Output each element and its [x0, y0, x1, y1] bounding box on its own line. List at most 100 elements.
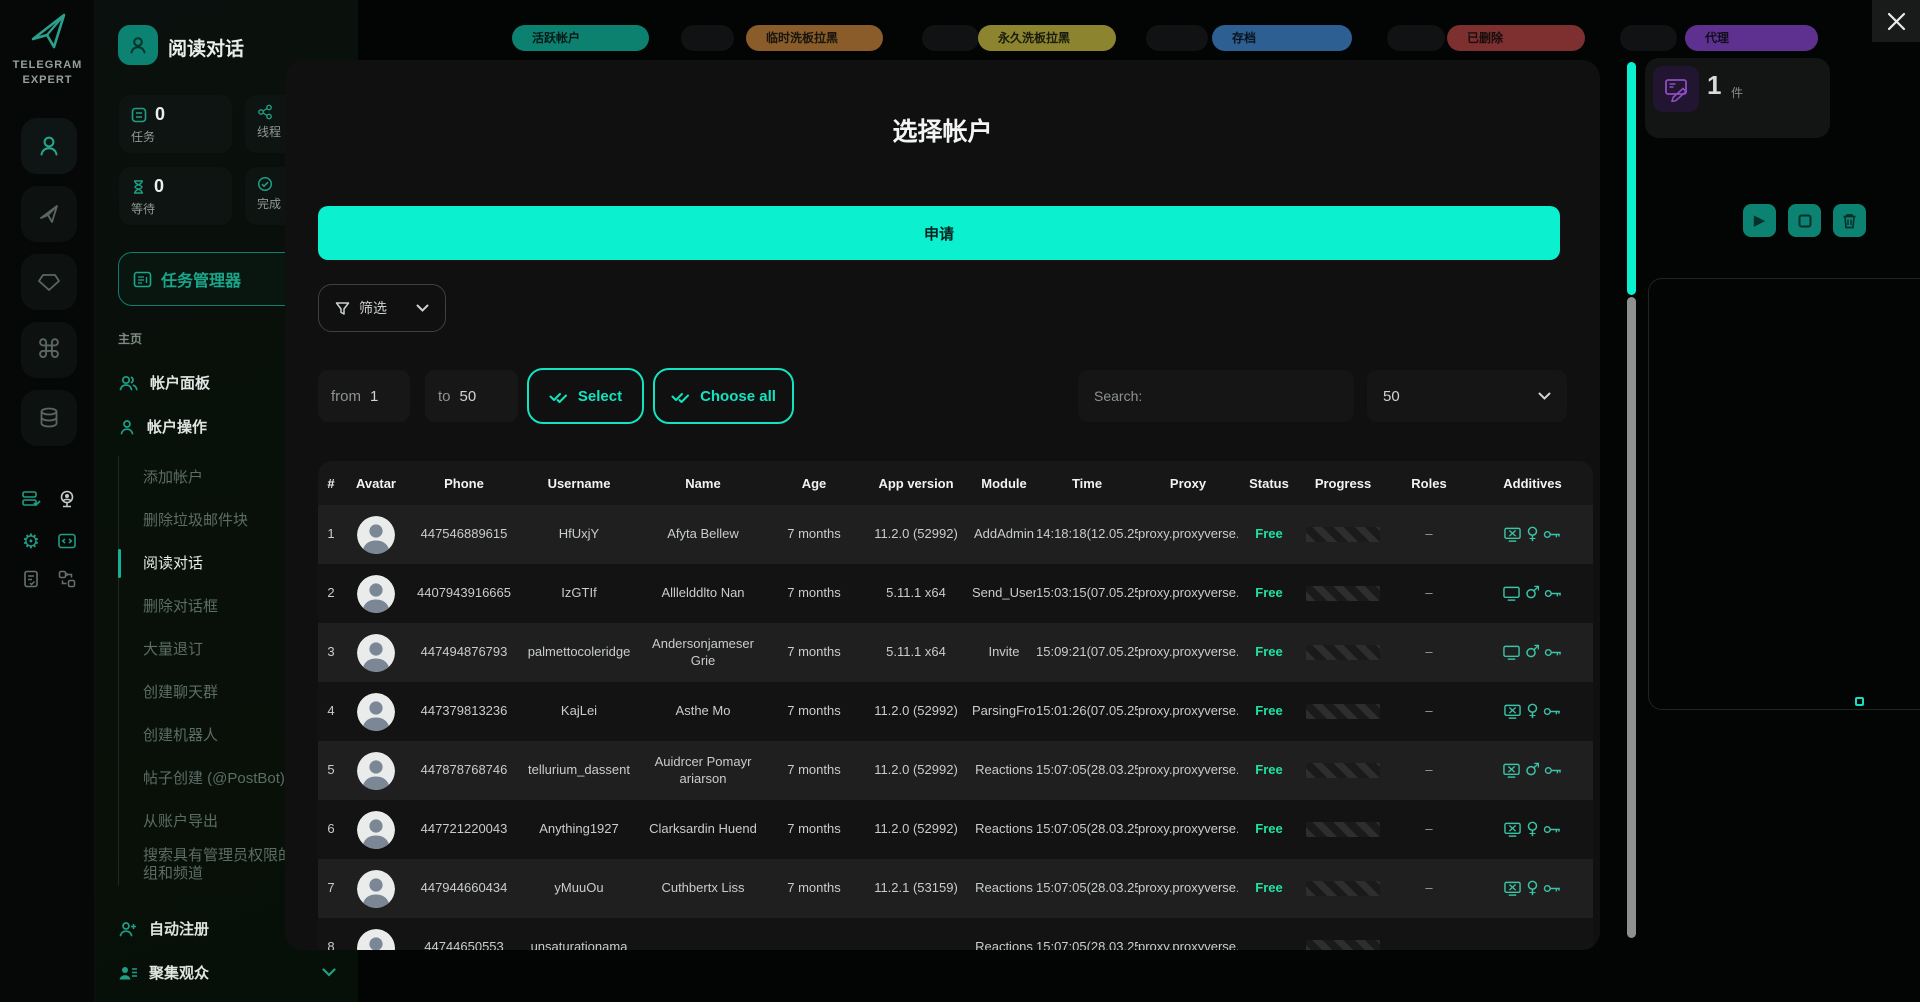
module-cell: Reactions	[972, 821, 1036, 837]
female-icon: ♀	[1526, 821, 1538, 838]
module-cell: Reactions	[972, 939, 1036, 950]
submenu-item[interactable]: 帖子创建 (@PostBot)	[119, 757, 296, 800]
stat-value: 0	[155, 104, 165, 125]
chevron-down-icon[interactable]	[322, 968, 336, 977]
rail-database-button[interactable]	[21, 390, 77, 446]
avatar	[357, 516, 395, 554]
apply-button[interactable]: 申请	[318, 206, 1560, 260]
choose-all-button[interactable]: Choose all	[653, 368, 794, 424]
range-from-input[interactable]: from 1	[318, 370, 410, 422]
play-icon: ▶	[1754, 213, 1766, 228]
submenu-item[interactable]: 搜索具有管理员权限的组和频道	[119, 843, 296, 886]
additives-cell: ♂	[1472, 644, 1593, 661]
submenu-item[interactable]: 大量退订	[119, 628, 296, 671]
rail-command-button[interactable]: ⌘	[21, 322, 77, 378]
menu-item-label: 帐户操作	[147, 416, 207, 437]
status-cell: Free	[1238, 762, 1300, 778]
badge-placeholder[interactable]	[681, 25, 734, 51]
filter-dropdown[interactable]: 筛选	[318, 284, 446, 332]
phone-cell: 447379813236	[408, 703, 520, 719]
additives-cell: ♀	[1472, 526, 1593, 543]
app-version-cell: 11.2.0 (52992)	[860, 703, 972, 719]
badge-placeholder[interactable]	[1620, 25, 1677, 51]
play-button[interactable]: ▶	[1743, 204, 1776, 237]
rail-send-button[interactable]	[21, 186, 77, 242]
user-icon	[118, 418, 136, 436]
row-number: 2	[318, 585, 344, 601]
submenu-item[interactable]: 添加帐户	[119, 456, 296, 499]
to-value: 50	[460, 388, 477, 405]
monitor-icon	[1502, 585, 1521, 602]
avatar	[357, 870, 395, 908]
rail-accounts-button[interactable]	[21, 118, 77, 174]
badge-placeholder[interactable]	[922, 25, 979, 51]
name-cell: Asthe Mo	[638, 703, 768, 719]
submenu-item[interactable]: 删除对话框	[119, 585, 296, 628]
table-row[interactable]: 8 44744650553 unsaturationama Reactions …	[318, 918, 1593, 950]
trash-icon	[1842, 213, 1857, 229]
badge-proxy[interactable]: 代理	[1685, 25, 1818, 51]
time-cell: 15:07:05(28.03.25)	[1036, 762, 1138, 778]
module-cell: Reactions	[972, 880, 1036, 896]
badge-placeholder[interactable]	[1146, 25, 1208, 51]
badge-active-accounts[interactable]: 活跃帐户	[512, 25, 649, 51]
table-row[interactable]: 7 447944660434 yMuuOu Cuthbertx Liss 7 m…	[318, 859, 1593, 918]
document-check-icon[interactable]	[20, 568, 42, 590]
rail-premium-button[interactable]	[21, 254, 77, 310]
menu-item-account-operations[interactable]: 帐户操作	[118, 416, 207, 437]
col-header: Additives	[1472, 476, 1593, 491]
submenu-item[interactable]: 创建聊天群	[119, 671, 296, 714]
app-version-cell: 11.2.0 (52992)	[860, 762, 972, 778]
proxy-cell: proxy.proxyverse.io:9200	[1138, 703, 1238, 719]
storage-check-icon[interactable]	[20, 488, 42, 510]
swap-icon[interactable]	[56, 568, 78, 590]
menu-item-label: 自动注册	[149, 918, 209, 939]
menu-item-gather-audience[interactable]: 聚集观众	[118, 962, 336, 983]
submenu-item[interactable]: 从账户导出	[119, 800, 296, 843]
close-button[interactable]	[1872, 0, 1920, 42]
menu-item-account-panel[interactable]: 帐户面板	[118, 372, 210, 393]
progress-cell	[1300, 881, 1386, 896]
avatar	[357, 811, 395, 849]
username-cell: yMuuOu	[520, 880, 638, 896]
age-cell: 7 months	[768, 821, 860, 837]
page-avatar-chip[interactable]	[118, 25, 158, 65]
badge-archive[interactable]: 存档	[1212, 25, 1352, 51]
check-circle-icon	[257, 176, 273, 192]
avatar	[357, 634, 395, 672]
phone-cell: 44744650553	[408, 939, 520, 950]
menu-item-auto-register[interactable]: 自动注册	[118, 918, 209, 939]
code-window-icon[interactable]	[56, 530, 78, 552]
roles-cell: –	[1386, 821, 1472, 837]
scrollbar-track[interactable]	[1627, 297, 1636, 938]
table-row[interactable]: 6 447721220043 Anything1927 Clarksardin …	[318, 800, 1593, 859]
table-row[interactable]: 2 4407943916665 IzGTIf Alllelddlto Nan 7…	[318, 564, 1593, 623]
badge-placeholder[interactable]	[1387, 25, 1445, 51]
range-to-input[interactable]: to 50	[425, 370, 518, 422]
submenu-item[interactable]: 阅读对话	[119, 542, 296, 585]
user-badge-icon[interactable]	[56, 488, 78, 510]
table-row[interactable]: 1 447546889615 HfUxjY Afyta Bellew 7 mon…	[318, 505, 1593, 564]
table-row[interactable]: 5 447878768746 tellurium_dassent Auidrce…	[318, 741, 1593, 800]
col-header: Roles	[1386, 476, 1472, 491]
select-button[interactable]: Select	[527, 368, 644, 424]
roles-cell: –	[1386, 585, 1472, 601]
resize-handle-icon[interactable]	[1855, 697, 1864, 706]
gear-icon[interactable]: ⚙	[20, 530, 42, 552]
stop-button[interactable]	[1788, 204, 1821, 237]
audience-icon	[118, 964, 138, 982]
search-input[interactable]	[1078, 370, 1354, 422]
submenu-item[interactable]: 创建机器人	[119, 714, 296, 757]
time-cell: 15:07:05(28.03.25)	[1036, 939, 1138, 950]
scrollbar-thumb[interactable]	[1627, 62, 1636, 295]
badge-temp-blacklist[interactable]: 临时洗板拉黑	[746, 25, 883, 51]
page-size-select[interactable]: 50	[1367, 370, 1567, 422]
badge-deleted[interactable]: 已删除	[1447, 25, 1585, 51]
submenu-item[interactable]: 删除垃圾邮件块	[119, 499, 296, 542]
badge-perm-blacklist[interactable]: 永久洗板拉黑	[978, 25, 1116, 51]
username-cell: IzGTIf	[520, 585, 638, 601]
to-label: to	[438, 388, 451, 405]
table-row[interactable]: 4 447379813236 KajLei Asthe Mo 7 months …	[318, 682, 1593, 741]
delete-button[interactable]	[1833, 204, 1866, 237]
table-row[interactable]: 3 447494876793 palmettocoleridge Anderso…	[318, 623, 1593, 682]
